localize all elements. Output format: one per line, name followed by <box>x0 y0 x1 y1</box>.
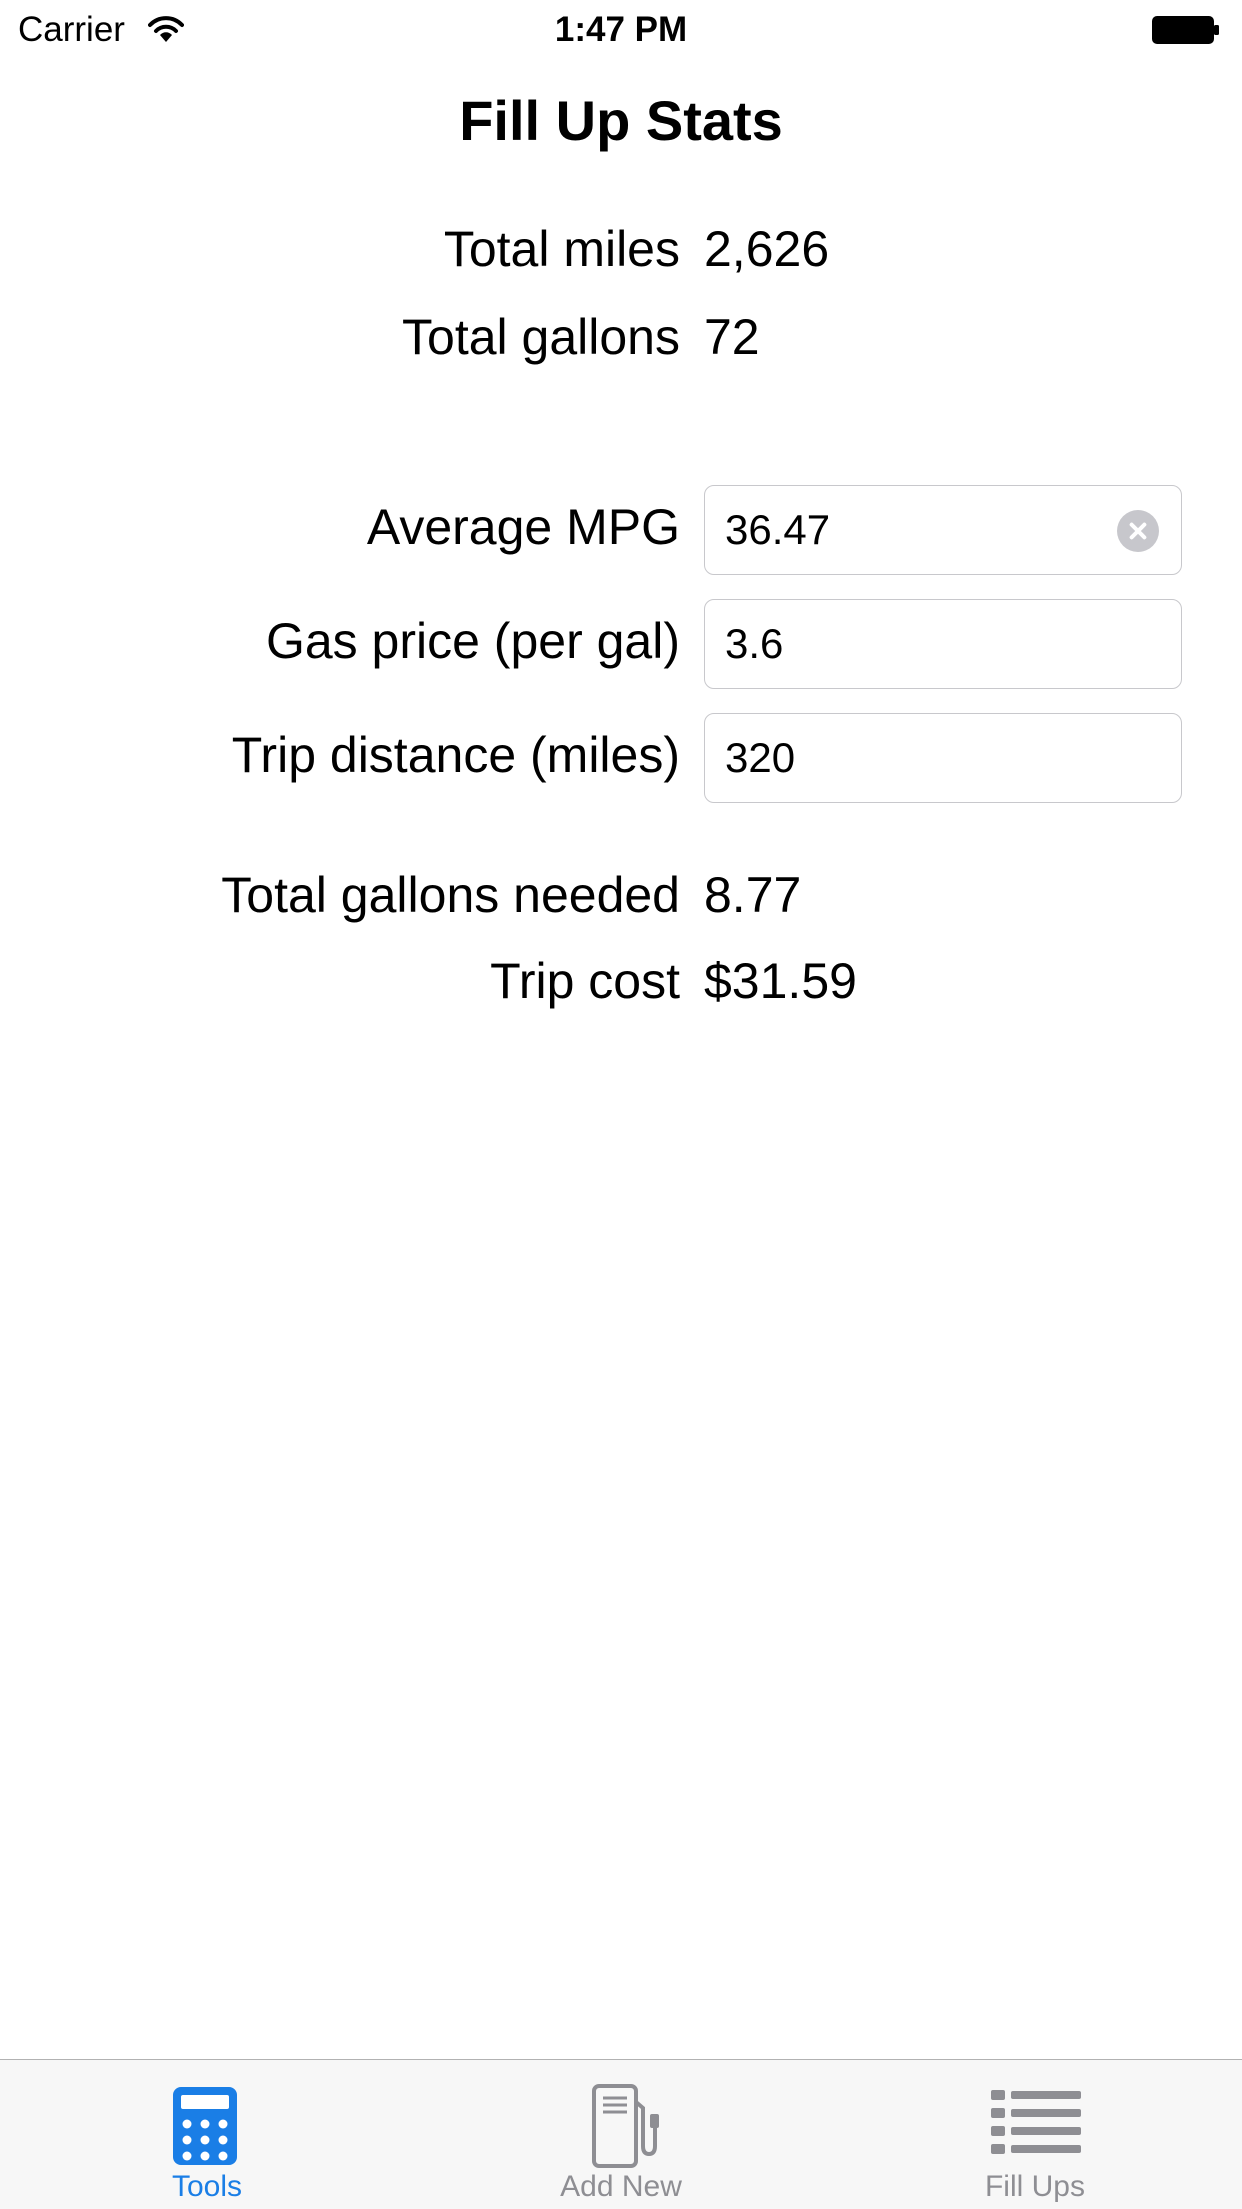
trip-distance-field[interactable] <box>704 713 1182 803</box>
total-gallons-value: 72 <box>704 309 760 365</box>
total-gallons-label: Total gallons <box>402 309 680 365</box>
status-time: 1:47 PM <box>554 10 688 49</box>
list-icon <box>991 2090 1081 2154</box>
gas-pump-icon <box>592 2084 659 2168</box>
page-title: Fill Up Stats <box>459 89 783 152</box>
trip-cost-label: Trip cost <box>490 953 680 1009</box>
trip-cost-value: $31.59 <box>704 953 857 1009</box>
gas-price-input[interactable] <box>725 600 1105 688</box>
tab-fill-ups[interactable]: Fill Ups <box>828 2060 1242 2209</box>
clear-text-icon[interactable] <box>1117 510 1159 552</box>
tab-tools[interactable]: Tools <box>0 2060 414 2209</box>
average-mpg-field[interactable] <box>704 485 1182 575</box>
average-mpg-label: Average MPG <box>366 499 680 555</box>
trip-distance-label: Trip distance (miles) <box>231 727 680 783</box>
status-bar: Carrier 1:47 PM <box>0 0 1242 60</box>
battery-icon <box>1152 16 1219 44</box>
total-gallons-needed-label: Total gallons needed <box>221 867 680 923</box>
tab-fill-ups-label: Fill Ups <box>984 2170 1085 2203</box>
total-miles-label: Total miles <box>443 221 680 277</box>
tab-add-new[interactable]: Add New <box>414 2060 828 2209</box>
tab-tools-label: Tools <box>171 2170 243 2203</box>
total-gallons-needed-value: 8.77 <box>704 867 802 923</box>
gas-price-field[interactable] <box>704 599 1182 689</box>
total-miles-value: 2,626 <box>704 221 830 277</box>
average-mpg-input[interactable] <box>725 486 1105 574</box>
tab-bar: Tools Add New Fill Ups <box>0 2059 1242 2209</box>
gas-price-label: Gas price (per gal) <box>265 613 680 669</box>
tab-add-new-label: Add New <box>560 2170 682 2203</box>
calculator-icon <box>173 2087 237 2165</box>
trip-distance-input[interactable] <box>725 714 1105 802</box>
